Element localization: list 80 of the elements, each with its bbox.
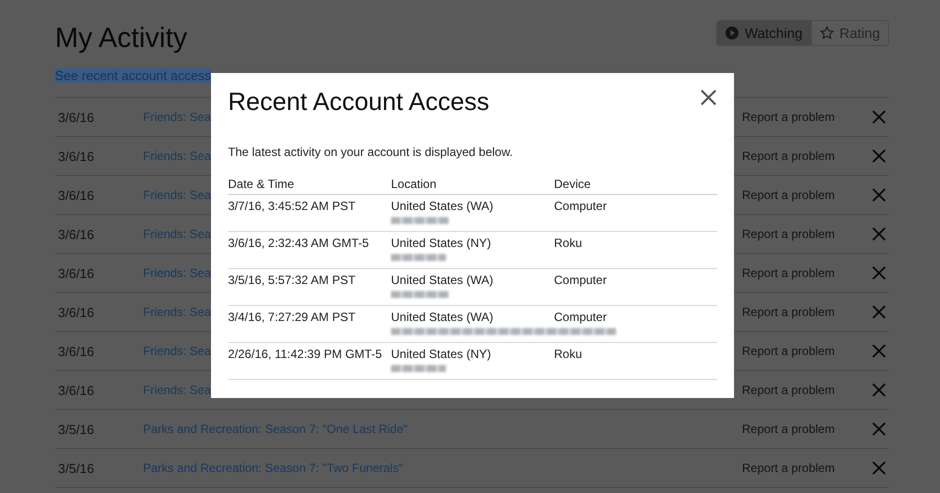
access-date-time: 3/6/16, 2:32:43 AM GMT-5 xyxy=(228,236,369,250)
close-icon xyxy=(700,89,717,106)
blurred-ip-address xyxy=(391,291,449,298)
activity-date: 3/5/16 xyxy=(57,422,96,436)
access-device: Computer xyxy=(554,199,607,213)
modal-title: Recent Account Access xyxy=(228,87,490,117)
remove-button[interactable] xyxy=(872,110,886,124)
show-title-link[interactable]: Friends: Sea xyxy=(143,383,212,397)
blurred-ip-address xyxy=(391,365,446,372)
remove-button[interactable] xyxy=(872,461,886,475)
activity-date: 3/6/16 xyxy=(57,226,96,242)
show-title-link[interactable]: Friends: Sea xyxy=(143,344,212,358)
activity-date: 3/6/16 xyxy=(57,148,96,164)
access-location: United States (NY) xyxy=(391,236,492,250)
remove-button[interactable] xyxy=(872,305,886,319)
close-icon xyxy=(872,149,886,163)
remove-button[interactable] xyxy=(872,266,886,280)
activity-date: 3/6/16 xyxy=(57,188,96,202)
show-title-link[interactable]: Friends: Sea xyxy=(143,188,212,202)
show-title-link[interactable]: Friends: Sea xyxy=(143,266,212,280)
access-location: United States (WA) xyxy=(391,273,494,287)
show-title-link[interactable]: Friends: Sea xyxy=(143,305,212,319)
view-tab[interactable]: Watching xyxy=(716,21,811,45)
report-problem-link[interactable]: Report a problem xyxy=(742,422,872,436)
access-date-time: 3/5/16, 5:57:32 AM PST xyxy=(228,273,356,287)
close-icon xyxy=(872,188,886,202)
report-problem-link[interactable]: Report a problem xyxy=(742,344,872,358)
access-device: Roku xyxy=(554,236,582,250)
remove-button[interactable] xyxy=(872,188,886,202)
report-problem-link[interactable]: Report a problem xyxy=(742,110,872,124)
report-problem-link[interactable]: Report a problem xyxy=(742,383,872,397)
report-problem-link[interactable]: Report a problem xyxy=(742,461,872,475)
close-icon xyxy=(872,344,886,358)
blurred-ip-address xyxy=(391,254,446,261)
report-problem-link[interactable]: Report a problem xyxy=(742,149,872,163)
report-problem-link[interactable]: Report a problem xyxy=(742,188,872,202)
activity-date: 3/6/16 xyxy=(57,110,96,124)
modal-description: The latest activity on your account is displayed below. xyxy=(228,145,514,159)
activity-date: 3/6/16 xyxy=(57,266,96,280)
report-problem-link[interactable]: Report a problem xyxy=(742,266,872,280)
close-button[interactable] xyxy=(700,89,717,106)
show-title-link[interactable]: Friends: Sea xyxy=(143,227,212,241)
column-header: Date & Time xyxy=(228,173,391,195)
activity-date: 3/5/16 xyxy=(57,460,96,476)
remove-button[interactable] xyxy=(872,422,886,436)
access-date-time: 3/7/16, 3:45:52 AM PST xyxy=(228,199,356,213)
star-icon xyxy=(820,26,834,40)
access-device: Computer xyxy=(554,273,607,287)
column-header: Location xyxy=(391,173,554,195)
remove-button[interactable] xyxy=(872,149,886,163)
access-location: United States (WA) xyxy=(391,310,494,324)
close-icon xyxy=(872,227,886,241)
show-title-link[interactable]: Friends: Sea xyxy=(143,110,212,124)
close-icon xyxy=(872,266,886,280)
column-header: Device xyxy=(554,173,717,195)
close-icon xyxy=(872,305,886,319)
play-icon xyxy=(724,26,739,40)
remove-button[interactable] xyxy=(872,227,886,241)
activity-date: 3/6/16 xyxy=(57,304,96,320)
remove-button[interactable] xyxy=(872,383,886,397)
access-location: United States (WA) xyxy=(391,199,494,213)
close-icon xyxy=(872,383,886,397)
show-title-link[interactable]: Parks and Recreation: Season 7: "Two Funerals" xyxy=(143,461,403,475)
report-problem-link[interactable]: Report a problem xyxy=(742,305,872,319)
show-title-link[interactable]: Parks and Recreation: Season 7: "One Last Ride" xyxy=(143,422,408,436)
report-problem-link[interactable]: Report a problem xyxy=(742,227,872,241)
show-title-link[interactable]: Friends: Sea xyxy=(143,149,212,163)
close-icon xyxy=(872,110,886,124)
page-title: My Activity xyxy=(55,21,188,55)
close-icon xyxy=(872,422,886,436)
close-icon xyxy=(872,461,886,475)
access-device: Computer xyxy=(554,310,607,324)
access-date-time: 2/26/16, 11:42:39 PM GMT-5 xyxy=(228,347,382,361)
access-date-time: 3/4/16, 7:27:29 AM PST xyxy=(228,310,356,324)
activity-date: 3/6/16 xyxy=(57,382,96,398)
activity-date: 3/6/16 xyxy=(57,344,96,358)
access-device: Roku xyxy=(554,347,582,361)
blurred-ip-address xyxy=(391,217,449,224)
access-location: United States (NY) xyxy=(391,347,492,361)
remove-button[interactable] xyxy=(872,344,886,358)
